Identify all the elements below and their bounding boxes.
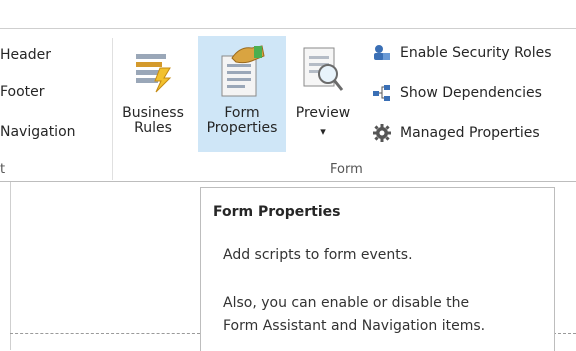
preview-icon (303, 47, 344, 91)
show-dependencies-button[interactable]: Show Dependencies (372, 83, 542, 103)
content-left-border (10, 182, 11, 350)
left-group-label: t (0, 162, 6, 177)
business-rules-label-2: Rules (134, 120, 172, 136)
tooltip-title: Form Properties (213, 204, 341, 220)
navigation-button[interactable]: Navigation (0, 124, 76, 141)
form-properties-label-1: Form (224, 105, 260, 121)
business-rules-icon (136, 54, 172, 93)
form-properties-label-2: Properties (206, 120, 278, 136)
preview-label: Preview (295, 105, 351, 121)
business-rules-button[interactable]: Business Rules (118, 42, 188, 152)
content-dashed-line (10, 333, 200, 334)
tooltip-line-3: Form Assistant and Navigation items. (223, 318, 486, 334)
tooltip-line-1: Add scripts to form events. (223, 247, 413, 263)
managed-properties-label: Managed Properties (400, 125, 540, 141)
ribbon-bottom-border (0, 181, 576, 182)
enable-security-roles-button[interactable]: Enable Security Roles (372, 43, 552, 63)
enable-security-roles-label: Enable Security Roles (400, 45, 552, 61)
show-dependencies-label: Show Dependencies (400, 85, 542, 101)
form-properties-tooltip: Form Properties Add scripts to form even… (200, 187, 555, 351)
footer-button[interactable]: Footer (0, 84, 45, 101)
group-separator (112, 38, 113, 180)
preview-dropdown-arrow[interactable]: ▾ (290, 124, 356, 139)
managed-properties-button[interactable]: Managed Properties (372, 123, 540, 143)
gear-icon (373, 124, 391, 142)
form-properties-button[interactable]: Form Properties (198, 36, 286, 152)
tooltip-line-2: Also, you can enable or disable the (223, 295, 470, 311)
dependencies-icon (373, 85, 390, 101)
content-dashed-line-right (553, 333, 576, 334)
preview-button[interactable]: Preview ▾ (290, 42, 356, 152)
form-group-label: Form (330, 162, 363, 177)
form-properties-icon (221, 45, 265, 97)
security-roles-icon (374, 45, 390, 60)
business-rules-label-1: Business (122, 105, 184, 121)
header-button[interactable]: Header (0, 47, 51, 64)
